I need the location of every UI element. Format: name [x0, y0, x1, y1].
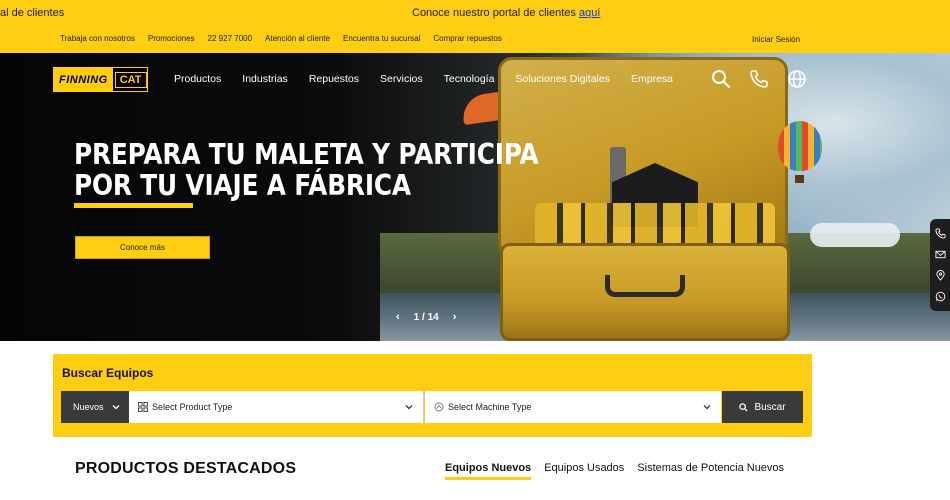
whatsapp-icon[interactable] [935, 291, 946, 302]
machine-icon [434, 402, 444, 412]
customer-portal-link[interactable]: aquí [579, 7, 600, 19]
announcement-left-text: al de clientes [0, 7, 65, 19]
utility-link-trabaja[interactable]: Trabaja con nosotros [60, 34, 135, 43]
phone-icon[interactable] [749, 69, 769, 89]
condition-select-value: Nuevos [73, 402, 104, 412]
mail-icon[interactable] [934, 249, 946, 260]
nav-item-tecnologia[interactable]: Tecnología [444, 73, 495, 85]
finning-cat-logo[interactable]: FINNING CAT [53, 67, 148, 92]
tab-sistemas-potencia-nuevos[interactable]: Sistemas de Potencia Nuevos [637, 462, 784, 480]
utility-link-sucursal[interactable]: Encuentra tu sucursal [343, 34, 420, 43]
chevron-down-icon [112, 405, 119, 410]
announcement-center: Conoce nuestro portal de clientes aquí [412, 7, 600, 19]
chevron-down-icon [703, 405, 711, 410]
hero-title: PREPARA TU MALETA Y PARTICIPA POR TU VIA… [74, 139, 539, 201]
cloud-image [810, 223, 900, 247]
nav-item-industrias[interactable]: Industrias [242, 73, 288, 85]
hot-air-balloon-image [778, 121, 822, 171]
search-icon [739, 402, 748, 412]
login-link[interactable]: Iniciar Sesión [752, 35, 800, 44]
nav-item-productos[interactable]: Productos [174, 73, 221, 85]
tab-equipos-nuevos[interactable]: Equipos Nuevos [445, 462, 532, 480]
hero-underline-accent [74, 203, 193, 208]
balloon-basket-image [795, 175, 804, 183]
product-type-placeholder: Select Product Type [152, 402, 233, 412]
machine-type-placeholder: Select Machine Type [448, 402, 532, 412]
grid-icon [138, 402, 148, 412]
search-panel-title: Buscar Equipos [62, 366, 154, 380]
search-icon[interactable] [711, 69, 731, 89]
search-button-label: Buscar [754, 401, 786, 413]
hero-title-line1: PREPARA TU MALETA Y PARTICIPA [74, 138, 539, 171]
globe-icon[interactable] [787, 69, 807, 89]
utility-links: Trabaja con nosotros Promociones 22 927 … [60, 34, 515, 43]
utility-link-atencion[interactable]: Atención al cliente [265, 34, 330, 43]
search-button[interactable]: Buscar [722, 391, 803, 423]
logo-cat-text: CAT [114, 71, 147, 88]
hero-banner: FINNING CAT Productos Industrias Repuest… [0, 53, 950, 341]
suitcase-handle-image [605, 275, 685, 297]
location-icon[interactable] [935, 270, 946, 281]
tab-equipos-usados[interactable]: Equipos Usados [544, 462, 624, 480]
announcement-text: Conoce nuestro portal de clientes [412, 7, 576, 19]
carousel-pager: ‹ 1 / 14 › [396, 311, 456, 323]
search-equipment-panel: Buscar Equipos Nuevos Select Product Typ… [53, 354, 812, 437]
carousel-prev-button[interactable]: ‹ [396, 311, 400, 323]
featured-products-title: PRODUCTOS DESTACADOS [75, 460, 297, 477]
main-nav: Productos Industrias Repuestos Servicios… [174, 73, 694, 85]
side-contact-bar [930, 219, 950, 311]
product-type-select[interactable]: Select Product Type [129, 391, 424, 423]
phone-icon[interactable] [934, 228, 946, 239]
chevron-down-icon [405, 405, 413, 410]
condition-select[interactable]: Nuevos [61, 391, 129, 423]
nav-item-repuestos[interactable]: Repuestos [309, 73, 359, 85]
hero-title-line2: POR TU VIAJE A FÁBRICA [74, 169, 411, 202]
nav-item-empresa[interactable]: Empresa [631, 73, 673, 85]
nav-item-servicios[interactable]: Servicios [380, 73, 423, 85]
carousel-position: 1 / 14 [413, 311, 439, 323]
machine-type-select[interactable]: Select Machine Type [425, 391, 721, 423]
carousel-next-button[interactable]: › [453, 311, 457, 323]
nav-item-soluciones-digitales[interactable]: Soluciones Digitales [515, 73, 610, 85]
featured-tabs: Equipos Nuevos Equipos Usados Sistemas d… [445, 462, 797, 480]
conoce-mas-button[interactable]: Conoce más [75, 236, 210, 259]
utility-link-phone[interactable]: 22 927 7000 [208, 34, 253, 43]
utility-link-repuestos[interactable]: Comprar repuestos [433, 34, 501, 43]
top-utility-bar: al de clientes Conoce nuestro portal de … [0, 0, 950, 53]
nav-icons [711, 69, 807, 89]
logo-finning-text: FINNING [54, 68, 113, 91]
utility-link-promociones[interactable]: Promociones [148, 34, 195, 43]
